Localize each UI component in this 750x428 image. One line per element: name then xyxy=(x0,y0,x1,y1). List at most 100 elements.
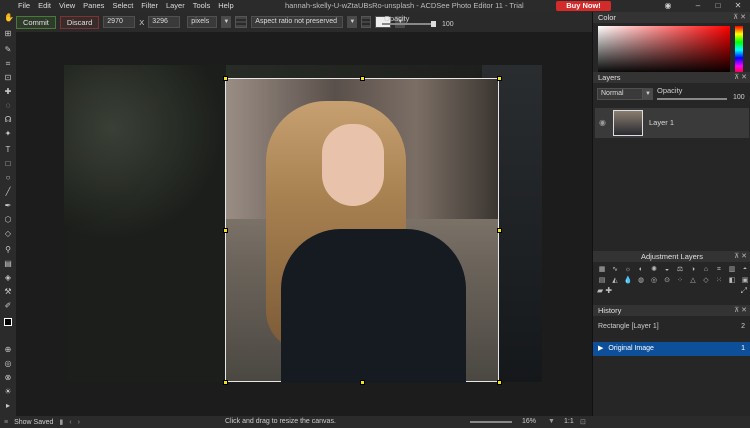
foreground-color-swatch[interactable] xyxy=(4,318,12,326)
swap-icon[interactable] xyxy=(361,16,372,28)
more-tools-icon[interactable]: ▸ xyxy=(4,402,12,410)
opacity-slider-handle[interactable] xyxy=(431,21,436,27)
back-icon[interactable]: ‹ xyxy=(69,419,71,426)
menu-layer[interactable]: Layer xyxy=(162,0,189,12)
blend-mode-select[interactable]: Normal xyxy=(597,88,643,100)
gradient-map-icon[interactable]: ▤ xyxy=(597,276,607,285)
posterize-icon[interactable]: ▥ xyxy=(727,265,737,274)
menu-icon[interactable]: ≡ xyxy=(4,419,8,426)
grid-icon[interactable] xyxy=(235,16,248,28)
eyedropper-icon[interactable]: ✐ xyxy=(4,302,12,310)
zoom-value[interactable]: 16% xyxy=(522,418,536,425)
unit-dropdown-icon[interactable]: ▼ xyxy=(221,16,232,28)
line-icon[interactable]: ╱ xyxy=(4,188,12,196)
light-icon[interactable]: ☀ xyxy=(4,388,12,396)
fill-icon[interactable]: ◈ xyxy=(4,274,12,282)
exposure-icon[interactable]: ◐ xyxy=(636,265,646,274)
threshold-icon[interactable]: ◓ xyxy=(740,265,750,274)
resize-handle-top-left[interactable] xyxy=(223,76,228,81)
zoom-icon[interactable]: ⊕ xyxy=(4,346,12,354)
curves-icon[interactable]: ∿ xyxy=(610,265,620,274)
pen-icon[interactable]: ✒ xyxy=(4,202,12,210)
pin-icon[interactable]: ⊼ ✕ xyxy=(733,12,746,23)
minimize-icon[interactable]: – xyxy=(690,0,706,12)
canvas-area[interactable] xyxy=(16,32,592,416)
repair-icon[interactable]: ✚ xyxy=(4,88,12,96)
clone-icon[interactable]: ⚒ xyxy=(4,288,12,296)
dehaze-icon[interactable]: ▣ xyxy=(740,276,750,285)
discard-button[interactable]: Discard xyxy=(59,15,100,29)
menu-tools[interactable]: Tools xyxy=(189,0,215,12)
resize-canvas-icon[interactable]: ⊞ xyxy=(4,30,12,38)
unit-select[interactable]: pixels xyxy=(187,16,218,28)
rectangle-icon[interactable]: □ xyxy=(4,160,12,168)
close-icon[interactable]: ✕ xyxy=(730,0,746,12)
resize-handle-top-right[interactable] xyxy=(497,76,502,81)
polygon-icon[interactable]: ◇ xyxy=(4,230,12,238)
drop-icon[interactable]: 💧 xyxy=(623,276,633,285)
zoom-dropdown-icon[interactable]: ▼ xyxy=(548,418,555,425)
commit-button[interactable]: Commit xyxy=(16,15,56,29)
brush-icon[interactable]: ✎ xyxy=(4,46,12,54)
resize-handle-bottom[interactable] xyxy=(360,380,365,385)
menu-view[interactable]: View xyxy=(55,0,79,12)
chart-icon[interactable]: ▮ xyxy=(59,418,63,426)
add-icon[interactable]: ✚ xyxy=(605,286,612,295)
eye-icon[interactable]: ◉ xyxy=(660,0,676,12)
levels-icon[interactable]: ▦ xyxy=(597,265,607,274)
history-item[interactable]: Rectangle [Layer 1] 2 xyxy=(593,320,750,334)
buy-now-button[interactable]: Buy Now! xyxy=(556,1,611,11)
opacity-slider[interactable] xyxy=(382,21,436,27)
resize-handle-bottom-left[interactable] xyxy=(223,380,228,385)
pin-icon[interactable]: ⊼ ✕ xyxy=(734,305,747,316)
transform-icon[interactable]: ⊡ xyxy=(4,74,12,82)
hsl-icon[interactable]: ◒ xyxy=(662,265,672,274)
sharpen-icon[interactable]: △ xyxy=(688,276,698,285)
select-icon[interactable]: ◌ xyxy=(4,102,12,110)
expand-icon[interactable]: ⤢ xyxy=(741,286,747,296)
shape-icon[interactable]: ⬡ xyxy=(4,216,12,224)
tone-icon[interactable]: ◍ xyxy=(636,276,646,285)
color-picker[interactable] xyxy=(598,26,730,74)
resize-handle-bottom-right[interactable] xyxy=(497,380,502,385)
smart-icon[interactable]: ◎ xyxy=(4,360,12,368)
forward-icon[interactable]: › xyxy=(78,419,80,426)
hue-slider[interactable] xyxy=(735,26,743,74)
zoom-ratio[interactable]: 1:1 xyxy=(564,418,574,425)
menu-filter[interactable]: Filter xyxy=(137,0,162,12)
width-field[interactable]: 2970 xyxy=(103,16,136,28)
resize-handle-right[interactable] xyxy=(497,228,502,233)
channel-icon[interactable]: ⌗ xyxy=(714,265,724,274)
height-field[interactable]: 3296 xyxy=(148,16,181,28)
brightness-icon[interactable]: ☼ xyxy=(623,265,633,274)
magic-wand-icon[interactable]: ✦ xyxy=(4,130,12,138)
menu-panes[interactable]: Panes xyxy=(79,0,108,12)
menu-edit[interactable]: Edit xyxy=(34,0,55,12)
visibility-eye-icon[interactable]: ◉ xyxy=(599,118,606,127)
hand-tool-icon[interactable]: ✋ xyxy=(4,14,14,22)
sepia-icon[interactable]: ◎ xyxy=(649,276,659,285)
fill-light-icon[interactable]: ◭ xyxy=(610,276,620,285)
lasso-icon[interactable]: ☊ xyxy=(4,116,12,124)
gradient-icon[interactable]: ▤ xyxy=(4,260,12,268)
crop-icon[interactable]: ⌗ xyxy=(4,60,12,68)
layer-opacity-slider[interactable] xyxy=(657,98,727,100)
canvas-resize-frame[interactable] xyxy=(225,78,499,383)
menu-select[interactable]: Select xyxy=(108,0,137,12)
color-balance-icon[interactable]: ⚖ xyxy=(675,265,685,274)
pin-icon[interactable]: ⊼ ✕ xyxy=(734,251,747,262)
zoom-slider[interactable] xyxy=(470,421,512,423)
menu-file[interactable]: File xyxy=(14,0,34,12)
erase-icon[interactable]: ⊗ xyxy=(4,374,12,382)
fit-icon[interactable]: ⊡ xyxy=(580,418,586,426)
vibrance-icon[interactable]: ✺ xyxy=(649,265,659,274)
aspect-ratio-select[interactable]: Aspect ratio not preserved xyxy=(251,16,344,28)
maximize-icon[interactable]: □ xyxy=(710,0,726,12)
layer-row[interactable]: ◉ Layer 1 xyxy=(595,108,749,138)
bw-icon[interactable]: ◑ xyxy=(688,265,698,274)
pin-icon[interactable]: ⊼ ✕ xyxy=(734,72,747,83)
blur-icon[interactable]: ◇ xyxy=(701,276,711,285)
noise-icon[interactable]: ⁘ xyxy=(675,276,685,285)
resize-handle-left[interactable] xyxy=(223,228,228,233)
vignette-icon[interactable]: ⊙ xyxy=(662,276,672,285)
